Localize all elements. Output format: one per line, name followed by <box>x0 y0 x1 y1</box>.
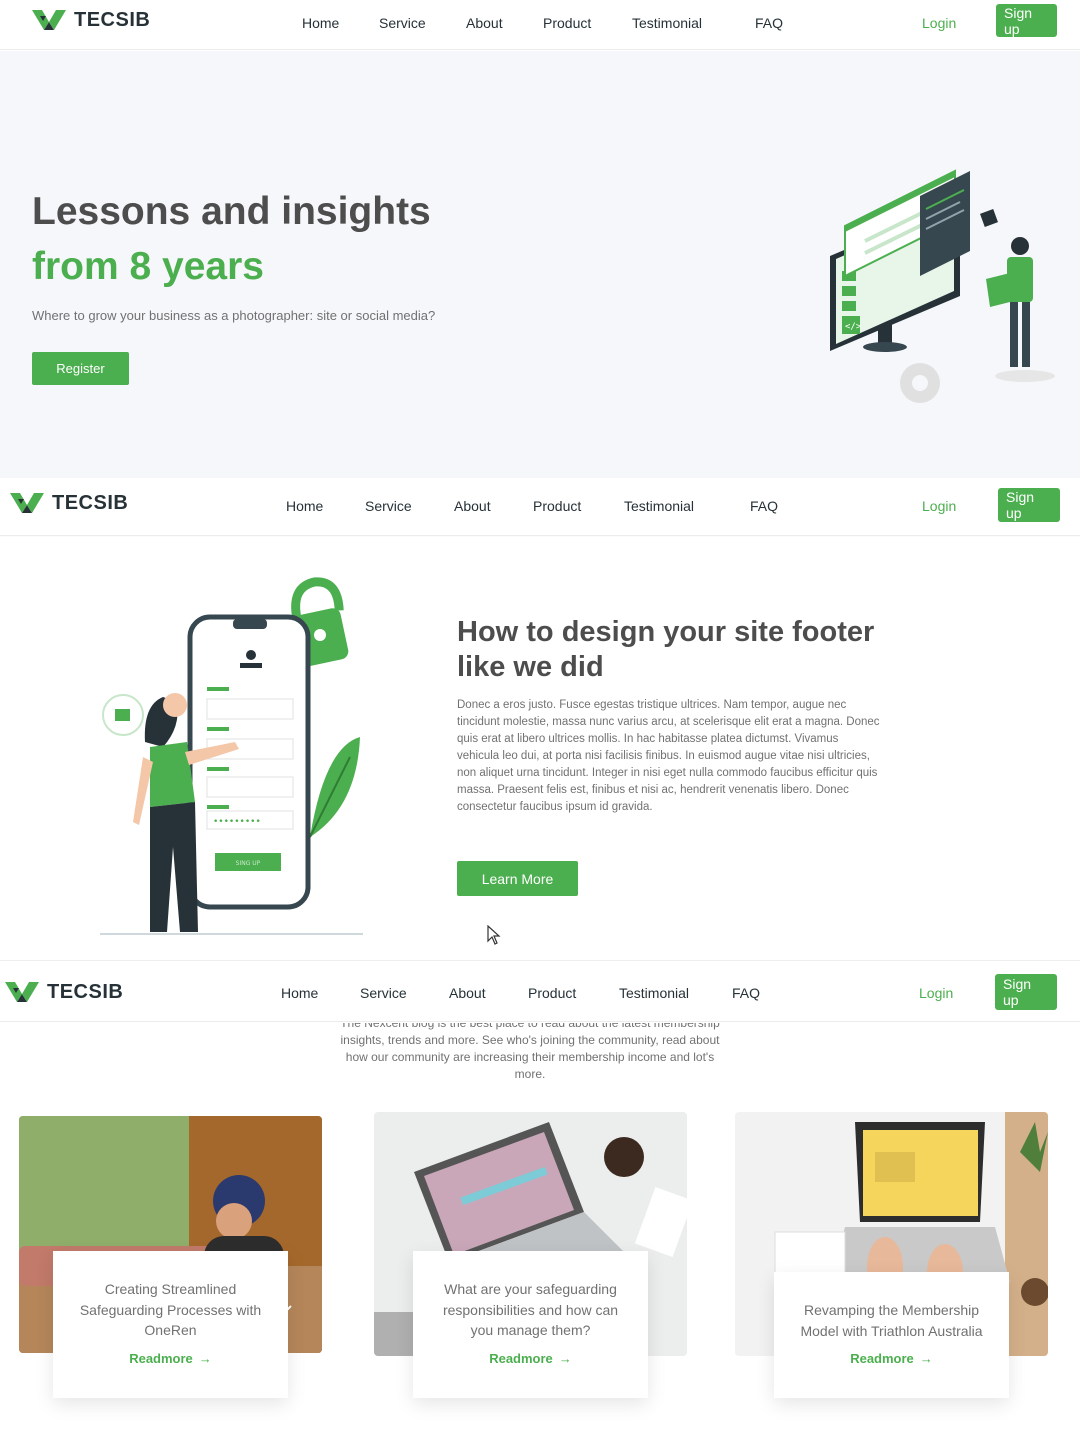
hero-section: Lessons and insights from 8 years Where … <box>0 51 1080 478</box>
illustration-password-mask: ••••••••• <box>213 817 261 827</box>
main-menu: Home Service About Product Testimonial F… <box>286 498 790 514</box>
hero-subtitle: Where to grow your business as a photogr… <box>32 308 436 323</box>
main-menu: Home Service About Product Testimonial F… <box>302 15 795 31</box>
nav-home[interactable]: Home <box>302 15 379 31</box>
mouse-cursor-icon <box>487 925 501 945</box>
signup-button[interactable]: Sign up <box>998 488 1060 522</box>
feature-title: How to design your site footer like we d… <box>457 616 875 683</box>
login-link[interactable]: Login <box>919 985 953 1001</box>
nav-service[interactable]: Service <box>365 498 454 514</box>
top-navbar: TECSIB Home Service About Product Testim… <box>0 0 1080 50</box>
readmore-label: Readmore <box>129 1350 193 1366</box>
nav-about[interactable]: About <box>466 15 543 31</box>
signup-illustration: ••••••••• SING UP <box>100 577 363 935</box>
feature-body: Donec a eros justo. Fusce egestas tristi… <box>457 699 880 813</box>
card-title: Creating Streamlined Safeguarding Proces… <box>79 1281 262 1338</box>
svg-text:</>: </> <box>845 322 862 332</box>
nav-product[interactable]: Product <box>543 15 632 31</box>
arrow-right-icon: → <box>558 1350 572 1366</box>
signup-button[interactable]: Sign up <box>996 4 1057 37</box>
arrow-right-icon: → <box>919 1351 933 1366</box>
nav-faq[interactable]: FAQ <box>755 15 795 31</box>
login-link[interactable]: Login <box>922 15 956 31</box>
developer-illustration: </> <box>830 169 1055 403</box>
tecsib-logo-icon <box>5 982 39 1002</box>
nav-faq[interactable]: FAQ <box>750 498 790 514</box>
nav-faq[interactable]: FAQ <box>732 985 772 1001</box>
brand-name: TECSIB <box>47 980 124 1003</box>
readmore-link[interactable]: Readmore → <box>489 1351 572 1366</box>
nav-home[interactable]: Home <box>286 498 365 514</box>
brand-name: TECSIB <box>52 491 129 514</box>
readmore-label: Readmore <box>850 1351 914 1366</box>
feature-section: ••••••••• SING UP How to design your sit… <box>0 537 1080 961</box>
nav-product[interactable]: Product <box>533 498 624 514</box>
brand-name: TECSIB <box>74 8 151 31</box>
tecsib-logo-icon <box>32 10 66 30</box>
readmore-label: Readmore <box>489 1350 553 1366</box>
blog-intro: The Nexcent blog is the best place to re… <box>340 1023 720 1081</box>
readmore-link[interactable]: Readmore → <box>850 1351 933 1366</box>
hero-title: Lessons and insights <box>32 190 431 233</box>
nav-product[interactable]: Product <box>528 985 619 1001</box>
nav-service[interactable]: Service <box>360 985 449 1001</box>
blog-card[interactable]: Revamping the Membership Model with Tria… <box>735 1112 1048 1406</box>
signup-button[interactable]: Sign up <box>995 974 1057 1010</box>
blog-section: The Nexcent blog is the best place to re… <box>0 1023 1080 1440</box>
learn-more-button[interactable]: Learn More <box>457 861 578 896</box>
nav-home[interactable]: Home <box>281 985 360 1001</box>
sticky-navbar-2: TECSIB Home Service About Product Testim… <box>0 962 1080 1022</box>
brand-logo[interactable]: TECSIB <box>10 491 128 515</box>
blog-card[interactable]: Creating Streamlined Safeguarding Proces… <box>19 1116 322 1406</box>
register-button[interactable]: Register <box>32 352 129 385</box>
brand-logo[interactable]: TECSIB <box>5 980 123 1004</box>
sticky-navbar: TECSIB Home Service About Product Testim… <box>0 478 1080 536</box>
illustration-signup-label: SING UP <box>236 860 261 867</box>
readmore-link[interactable]: Readmore → <box>129 1351 212 1366</box>
nav-about[interactable]: About <box>449 985 528 1001</box>
nav-testimonial[interactable]: Testimonial <box>632 15 755 31</box>
nav-testimonial[interactable]: Testimonial <box>624 498 750 514</box>
nav-about[interactable]: About <box>454 498 533 514</box>
arrow-right-icon: → <box>198 1350 212 1366</box>
card-content: Creating Streamlined Safeguarding Proces… <box>53 1251 288 1398</box>
hero-title-highlight: from 8 years <box>32 245 264 288</box>
card-title: What are your safeguarding responsibilit… <box>442 1281 619 1338</box>
card-content: Revamping the Membership Model with Tria… <box>774 1272 1009 1398</box>
card-content: What are your safeguarding responsibilit… <box>413 1251 648 1398</box>
brand-logo[interactable]: TECSIB <box>32 8 150 32</box>
card-title: Revamping the Membership Model with Tria… <box>800 1302 983 1339</box>
tecsib-logo-icon <box>10 493 44 513</box>
blog-card[interactable]: What are your safeguarding responsibilit… <box>374 1112 687 1406</box>
main-menu: Home Service About Product Testimonial F… <box>281 985 772 1001</box>
nav-service[interactable]: Service <box>379 15 466 31</box>
nav-testimonial[interactable]: Testimonial <box>619 985 732 1001</box>
login-link[interactable]: Login <box>922 498 956 514</box>
